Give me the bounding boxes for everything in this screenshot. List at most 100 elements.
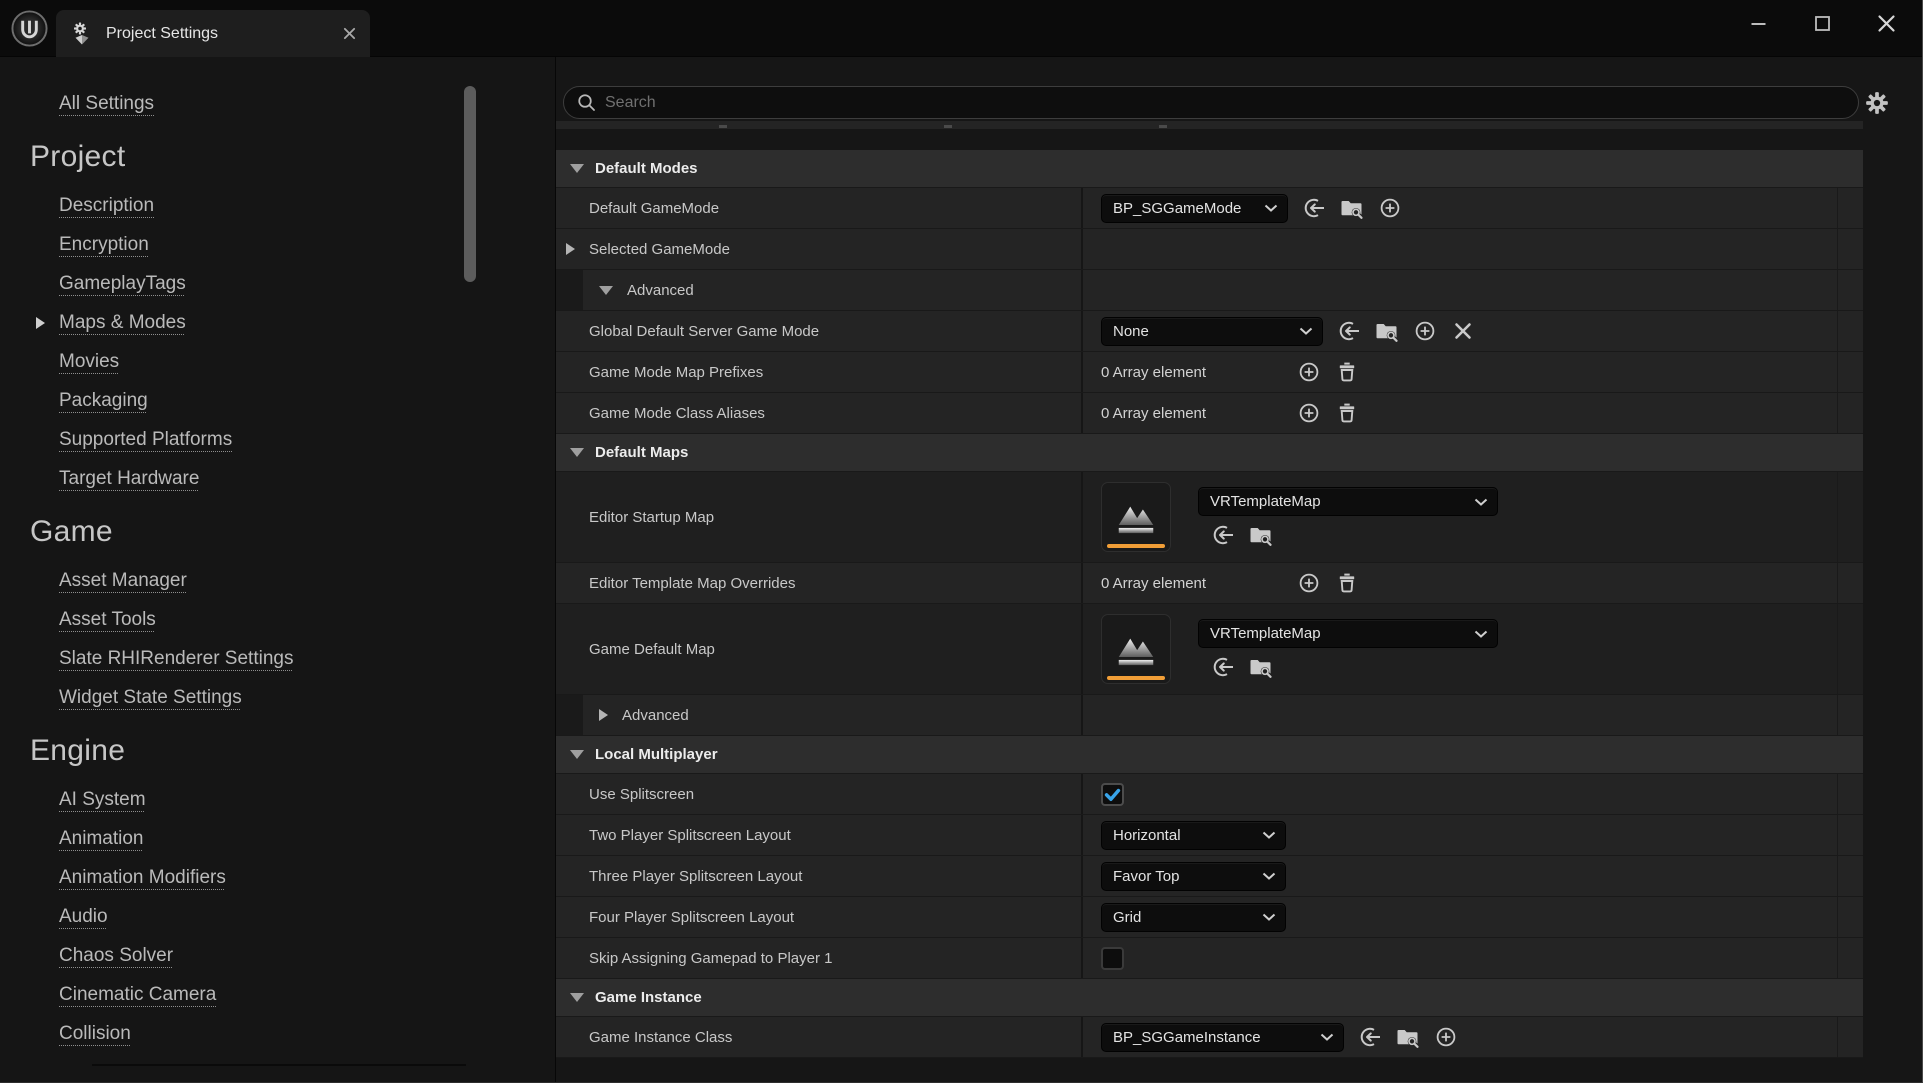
sidebar-item-encryption[interactable]: Encryption <box>0 225 555 264</box>
close-button[interactable] <box>1868 5 1904 41</box>
sidebar-item-packaging[interactable]: Packaging <box>0 381 555 420</box>
game-default-map-dropdown[interactable]: VRTemplateMap <box>1198 619 1498 648</box>
use-selected-asset-icon[interactable] <box>1358 1025 1382 1049</box>
add-icon[interactable] <box>1297 401 1321 425</box>
row-default-gamemode: Default GameMode BP_SGGameMode <box>556 188 1863 229</box>
use-selected-asset-icon[interactable] <box>1337 319 1361 343</box>
map-thumbnail[interactable] <box>1101 482 1171 552</box>
collapse-arrow-icon[interactable] <box>599 285 613 295</box>
clipped-row-above <box>556 121 1863 129</box>
section-header-local-multiplayer[interactable]: Local Multiplayer <box>556 736 1863 774</box>
skip-gamepad-checkbox[interactable] <box>1101 946 1124 970</box>
array-count: 0 Array element <box>1101 404 1207 422</box>
search-icon <box>578 94 595 111</box>
three-player-layout-dropdown[interactable]: Favor Top <box>1101 861 1286 891</box>
sidebar-item-gameplaytags[interactable]: GameplayTags <box>0 264 555 303</box>
search-bar[interactable] <box>563 86 1859 119</box>
add-icon[interactable] <box>1378 196 1402 220</box>
collapse-arrow-icon <box>570 164 584 173</box>
browse-to-asset-icon[interactable] <box>1340 196 1364 220</box>
row-three-player-splitscreen: Three Player Splitscreen Layout Favor To… <box>556 856 1863 897</box>
add-icon[interactable] <box>1413 319 1437 343</box>
maximize-button[interactable] <box>1804 5 1840 41</box>
sidebar-item-collision[interactable]: Collision <box>0 1014 555 1053</box>
row-advanced-maps[interactable]: Advanced <box>556 695 1863 736</box>
window-controls <box>1740 0 1922 46</box>
section-header-game-instance[interactable]: Game Instance <box>556 979 1863 1017</box>
search-input[interactable] <box>605 93 1846 112</box>
tab-title: Project Settings <box>106 24 219 42</box>
collapse-arrow-icon <box>570 750 584 759</box>
add-icon[interactable] <box>1434 1025 1458 1049</box>
indent-guide <box>556 695 583 735</box>
sidebar-item-all-settings[interactable]: All Settings <box>59 93 154 115</box>
sidebar-divider <box>92 1064 466 1066</box>
expand-arrow-icon[interactable] <box>599 709 608 721</box>
row-game-mode-map-prefixes: Game Mode Map Prefixes 0 Array element <box>556 352 1863 393</box>
clear-icon[interactable] <box>1451 319 1475 343</box>
selected-item-arrow-icon <box>36 316 45 329</box>
sidebar-item-asset-manager[interactable]: Asset Manager <box>0 561 555 600</box>
sidebar-item-animation[interactable]: Animation <box>0 819 555 858</box>
use-selected-asset-icon[interactable] <box>1302 196 1326 220</box>
default-gamemode-dropdown[interactable]: BP_SGGameMode <box>1101 193 1288 223</box>
browse-to-asset-icon[interactable] <box>1249 655 1273 679</box>
delete-icon[interactable] <box>1335 571 1359 595</box>
tab-close-icon[interactable] <box>343 27 356 40</box>
sidebar-item-animation-modifiers[interactable]: Animation Modifiers <box>0 858 555 897</box>
sidebar-item-supported-platforms[interactable]: Supported Platforms <box>0 420 555 459</box>
game-instance-class-dropdown[interactable]: BP_SGGameInstance <box>1101 1022 1344 1052</box>
row-editor-template-map-overrides: Editor Template Map Overrides 0 Array el… <box>556 563 1863 604</box>
level-mountains-icon <box>1118 638 1154 666</box>
chevron-down-icon <box>1264 204 1278 212</box>
sidebar-item-ai-system[interactable]: AI System <box>0 780 555 819</box>
level-mountains-icon <box>1118 506 1154 534</box>
browse-to-asset-icon[interactable] <box>1249 523 1273 547</box>
chevron-down-icon <box>1262 831 1276 839</box>
settings-panel: Default Modes Default GameMode BP_SGGame… <box>556 57 1922 1082</box>
row-game-instance-class: Game Instance Class BP_SGGameInstance <box>556 1017 1863 1058</box>
sidebar-item-movies[interactable]: Movies <box>0 342 555 381</box>
sidebar-item-maps-and-modes[interactable]: Maps & Modes <box>0 303 555 342</box>
minimize-button[interactable] <box>1740 5 1776 41</box>
browse-to-asset-icon[interactable] <box>1396 1025 1420 1049</box>
section-header-default-maps[interactable]: Default Maps <box>556 434 1863 472</box>
sidebar-item-description[interactable]: Description <box>0 186 555 225</box>
row-game-mode-class-aliases: Game Mode Class Aliases 0 Array element <box>556 393 1863 434</box>
use-selected-asset-icon[interactable] <box>1211 655 1235 679</box>
expand-arrow-icon[interactable] <box>566 243 575 255</box>
browse-to-asset-icon[interactable] <box>1375 319 1399 343</box>
sidebar-item-chaos-solver[interactable]: Chaos Solver <box>0 936 555 975</box>
add-icon[interactable] <box>1297 360 1321 384</box>
row-selected-gamemode[interactable]: Selected GameMode <box>556 229 1863 270</box>
sidebar-item-audio[interactable]: Audio <box>0 897 555 936</box>
sidebar-item-slate-rhirenderer[interactable]: Slate RHIRenderer Settings <box>0 639 555 678</box>
sidebar-item-asset-tools[interactable]: Asset Tools <box>0 600 555 639</box>
use-splitscreen-checkbox[interactable] <box>1101 782 1124 806</box>
delete-icon[interactable] <box>1335 360 1359 384</box>
settings-gear-icon[interactable] <box>1864 90 1890 116</box>
tab-project-settings[interactable]: Project Settings <box>56 10 370 57</box>
row-advanced-modes[interactable]: Advanced <box>556 270 1863 311</box>
indent-guide <box>556 270 583 310</box>
editor-startup-map-dropdown[interactable]: VRTemplateMap <box>1198 487 1498 516</box>
row-two-player-splitscreen: Two Player Splitscreen Layout Horizontal <box>556 815 1863 856</box>
delete-icon[interactable] <box>1335 401 1359 425</box>
collapse-arrow-icon <box>570 448 584 457</box>
add-icon[interactable] <box>1297 571 1321 595</box>
sidebar-item-target-hardware[interactable]: Target Hardware <box>0 459 555 498</box>
sidebar-section-engine: Engine <box>30 734 126 767</box>
map-thumbnail[interactable] <box>1101 614 1171 684</box>
global-server-gamemode-dropdown[interactable]: None <box>1101 316 1323 346</box>
use-selected-asset-icon[interactable] <box>1211 523 1235 547</box>
sidebar-item-widget-state[interactable]: Widget State Settings <box>0 678 555 717</box>
unreal-engine-logo <box>11 10 48 47</box>
array-count: 0 Array element <box>1101 574 1207 592</box>
sidebar-item-cinematic-camera[interactable]: Cinematic Camera <box>0 975 555 1014</box>
two-player-layout-dropdown[interactable]: Horizontal <box>1101 820 1286 850</box>
row-use-splitscreen: Use Splitscreen <box>556 774 1863 815</box>
sidebar-section-game: Game <box>30 515 113 548</box>
chevron-down-icon <box>1474 630 1488 638</box>
section-header-default-modes[interactable]: Default Modes <box>556 150 1863 188</box>
four-player-layout-dropdown[interactable]: Grid <box>1101 902 1286 932</box>
